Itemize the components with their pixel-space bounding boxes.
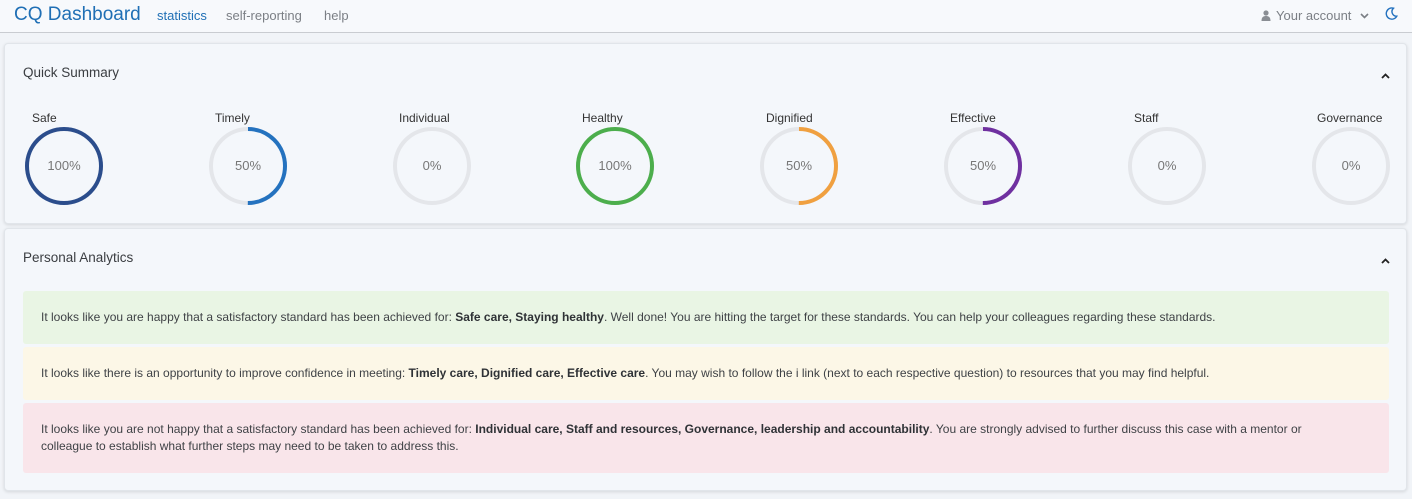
alert-standards: Individual care, Staff and resources, Go… (475, 422, 930, 436)
alert-suffix: . Well done! You are hitting the target … (603, 310, 1216, 324)
gauge-governance: Governance 0% (1310, 109, 1412, 209)
alert-danger: It looks like you are not happy that a s… (23, 403, 1389, 473)
alert-suffix: . You may wish to follow the i link (nex… (645, 366, 1210, 380)
alert-text: It looks like there is an opportunity to… (41, 365, 1209, 382)
alert-prefix: It looks like there is an opportunity to… (41, 366, 409, 380)
chevron-up-icon[interactable] (1381, 251, 1390, 269)
gauge-label: Dignified (766, 111, 813, 125)
nav-link-statistics[interactable]: statistics (157, 8, 207, 23)
gauge-value: 0% (422, 158, 442, 173)
gauge-value: 50% (785, 158, 813, 173)
gauge-staff: Staff 0% (1126, 109, 1246, 209)
quick-summary-card: Quick Summary Safe 100% Timely 50% Individua… (4, 43, 1407, 224)
gauge-timely: Timely 50% (207, 109, 327, 209)
alert-prefix: It looks like you are happy that a satis… (41, 310, 456, 324)
user-icon (1261, 10, 1271, 21)
gauge-effective: Effective 50% (942, 109, 1062, 209)
alert-standards: Safe care, Staying healthy (455, 310, 604, 324)
chevron-up-icon[interactable] (1381, 66, 1390, 84)
account-dropdown[interactable]: Your account (1261, 8, 1369, 23)
alert-prefix: It looks like you are not happy that a s… (41, 422, 476, 436)
gauge-value: 0% (1157, 158, 1177, 173)
moon-icon[interactable] (1385, 7, 1399, 25)
gauge-individual: Individual 0% (391, 109, 511, 209)
gauge-safe: Safe 100% (23, 109, 143, 209)
gauge-label: Individual (399, 111, 450, 125)
nav-link-self-reporting[interactable]: self-reporting (226, 8, 302, 23)
nav-link-help[interactable]: help (324, 8, 349, 23)
gauge-healthy: Healthy 100% (574, 109, 694, 209)
gauge-label: Safe (32, 111, 57, 125)
gauge-label: Healthy (582, 111, 623, 125)
brand-link[interactable]: CQ Dashboard (14, 4, 141, 26)
alert-text: It looks like you are happy that a satis… (41, 309, 1216, 326)
gauge-label: Effective (950, 111, 996, 125)
gauge-label: Timely (215, 111, 250, 125)
quick-summary-title: Quick Summary (23, 65, 120, 80)
account-label: Your account (1276, 8, 1352, 23)
personal-analytics-title: Personal Analytics (23, 250, 134, 265)
gauge-dignified: Dignified 50% (758, 109, 878, 209)
alert-warning: It looks like there is an opportunity to… (23, 347, 1389, 400)
alert-standards: Timely care, Dignified care, Effective c… (408, 366, 646, 380)
gauge-value: 100% (598, 158, 632, 173)
gauge-value: 100% (47, 158, 81, 173)
alert-text: It looks like you are not happy that a s… (41, 421, 1341, 455)
gauge-value: 50% (969, 158, 997, 173)
gauge-label: Governance (1317, 111, 1383, 125)
gauge-value: 50% (234, 158, 262, 173)
personal-analytics-card: Personal Analytics It looks like you are… (4, 228, 1407, 491)
top-navbar: CQ Dashboard statistics self-reporting h… (0, 0, 1412, 33)
gauge-label: Staff (1134, 111, 1159, 125)
chevron-down-icon (1360, 12, 1369, 19)
alert-success: It looks like you are happy that a satis… (23, 291, 1389, 344)
gauge-value: 0% (1341, 158, 1361, 173)
